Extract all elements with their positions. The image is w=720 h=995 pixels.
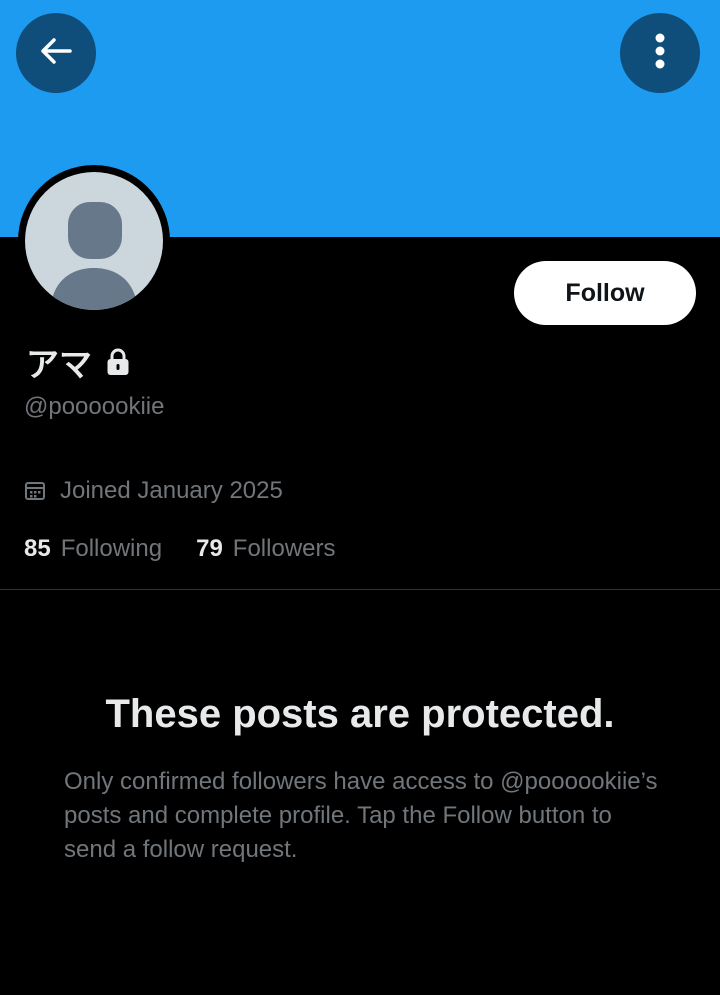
arrow-left-icon (36, 31, 76, 76)
following-count[interactable]: 85 (24, 535, 51, 563)
divider (0, 589, 720, 590)
default-avatar-icon (25, 172, 163, 310)
joined-date-text: Joined January 2025 (60, 477, 283, 504)
user-handle: @poooookiie (24, 393, 165, 420)
more-options-button[interactable] (620, 13, 700, 93)
name-row: アマ (26, 340, 130, 384)
avatar[interactable] (18, 165, 170, 317)
followers-count[interactable]: 79 (196, 535, 223, 563)
calendar-icon (24, 480, 46, 502)
follow-stats: 85 Following 79 Followers (24, 533, 336, 565)
follow-button[interactable]: Follow (514, 261, 696, 325)
joined-date-row: Joined January 2025 (24, 475, 283, 507)
protected-posts-title: These posts are protected. (105, 692, 615, 736)
lock-icon (106, 348, 130, 376)
display-name: アマ (26, 345, 92, 384)
followers-link[interactable]: Followers (233, 535, 336, 563)
more-vertical-icon (654, 31, 666, 76)
following-link[interactable]: Following (61, 535, 162, 563)
back-button[interactable] (16, 13, 96, 93)
protected-posts-message: Only confirmed followers have access to … (64, 768, 658, 863)
